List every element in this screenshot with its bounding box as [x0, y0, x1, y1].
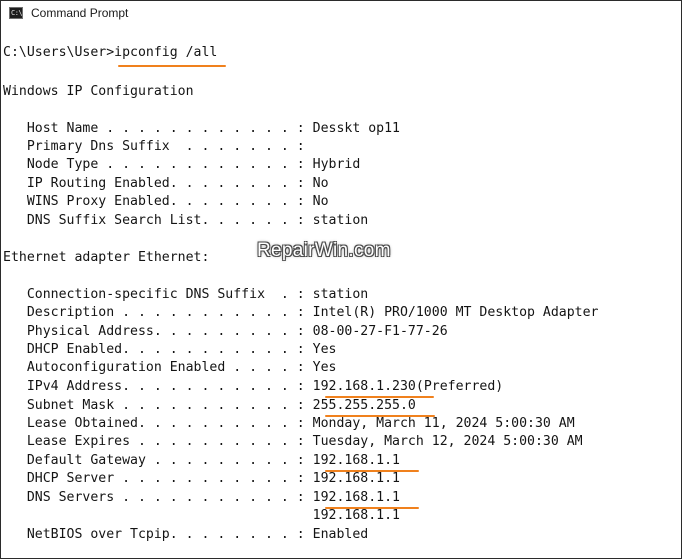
adapter-label: DNS Servers . . . . . . . . . . . : [3, 490, 313, 505]
adapter-label: Description . . . . . . . . . . . : [3, 305, 313, 320]
prompt-path: C:\Users\User> [3, 45, 115, 60]
adapter-row: Description . . . . . . . . . . . : Inte… [3, 304, 599, 322]
adapter-label: Physical Address. . . . . . . . . : [3, 324, 313, 339]
adapter-row: Autoconfiguration Enabled . . . . : Yes [3, 359, 337, 377]
config-row: WINS Proxy Enabled. . . . . . . . : No [3, 193, 329, 211]
command-prompt-window: C:\ Command Prompt C:\Users\User>ipconfi… [0, 0, 682, 559]
adapter-value: 255.255.255.0 [312, 398, 416, 413]
cmd-icon-glyph: C:\ [11, 9, 23, 17]
window-title: Command Prompt [31, 6, 129, 20]
config-row: Primary Dns Suffix . . . . . . . : [3, 138, 313, 156]
adapter-label: Lease Obtained. . . . . . . . . . : [3, 416, 313, 431]
adapter-row: Lease Obtained. . . . . . . . . . : Mond… [3, 415, 575, 433]
adapter-row: 192.168.1.1 [3, 507, 400, 525]
title-bar[interactable]: C:\ Command Prompt [1, 1, 681, 27]
config-value: station [312, 213, 369, 228]
adapter-value: Yes [312, 360, 337, 375]
adapter-label: Lease Expires . . . . . . . . . . : [3, 434, 313, 449]
adapter-value: 08-00-27-F1-77-26 [312, 324, 448, 339]
adapter-row: Lease Expires . . . . . . . . . . : Tues… [3, 433, 583, 451]
adapter-heading: Ethernet adapter Ethernet: [3, 250, 210, 265]
adapter-row: Connection-specific DNS Suffix . : stati… [3, 286, 368, 304]
adapter-row: NetBIOS over Tcpip. . . . . . . . : Enab… [3, 526, 368, 544]
site-watermark: RepairWin.com [257, 240, 391, 261]
adapter-row: Default Gateway . . . . . . . . . : 192.… [3, 452, 400, 470]
adapter-row: Subnet Mask . . . . . . . . . . . : 255.… [3, 397, 416, 415]
adapter-value: Intel(R) PRO/1000 MT Desktop Adapter [312, 305, 599, 320]
adapter-label: DHCP Enabled. . . . . . . . . . . : [3, 342, 313, 357]
adapter-row: DHCP Enabled. . . . . . . . . . . : Yes [3, 341, 337, 359]
config-value: Hybrid [312, 157, 361, 172]
adapter-label: Autoconfiguration Enabled . . . . : [3, 360, 313, 375]
adapter-suffix: (Preferred) [415, 379, 504, 394]
config-value: Desskt op11 [312, 121, 400, 136]
adapter-value: 192.168.1.1 [312, 471, 400, 486]
adapter-label: Default Gateway . . . . . . . . . : [3, 453, 313, 468]
adapter-value: Yes [312, 342, 337, 357]
config-label: WINS Proxy Enabled. . . . . . . . : [3, 194, 313, 209]
config-row: Host Name . . . . . . . . . . . . : Dess… [3, 120, 400, 138]
adapter-label: Connection-specific DNS Suffix . : [3, 287, 313, 302]
config-label: Primary Dns Suffix . . . . . . . : [3, 139, 313, 154]
config-row: IP Routing Enabled. . . . . . . . : No [3, 175, 329, 193]
adapter-row: DHCP Server . . . . . . . . . . . : 192.… [3, 470, 400, 488]
prompt-line: C:\Users\User>ipconfig /all [3, 44, 217, 62]
adapter-label: DHCP Server . . . . . . . . . . . : [3, 471, 313, 486]
adapter-value: station [312, 287, 369, 302]
adapter-value: 192.168.1.1 [312, 453, 400, 468]
console-output[interactable]: C:\Users\User>ipconfig /all Windows IP C… [1, 27, 681, 558]
config-value: No [312, 176, 329, 191]
adapter-value: Tuesday, March 12, 2024 5:00:30 AM [312, 434, 583, 449]
adapter-row: IPv4 Address. . . . . . . . . . . : 192.… [3, 378, 503, 396]
config-heading: Windows IP Configuration [3, 84, 194, 99]
config-label: Host Name . . . . . . . . . . . . : [3, 121, 313, 136]
adapter-value: Monday, March 11, 2024 5:00:30 AM [312, 416, 575, 431]
adapter-row: DNS Servers . . . . . . . . . . . : 192.… [3, 489, 400, 507]
cmd-icon: C:\ [9, 7, 23, 19]
command-underline [118, 65, 226, 67]
config-row: DNS Suffix Search List. . . . . . : stat… [3, 212, 368, 230]
adapter-value: 192.168.1.1 [312, 508, 400, 523]
config-label: IP Routing Enabled. . . . . . . . : [3, 176, 313, 191]
adapter-value: 192.168.1.1 [312, 490, 400, 505]
config-value: No [312, 194, 329, 209]
adapter-label: IPv4 Address. . . . . . . . . . . : [3, 379, 313, 394]
adapter-value: Enabled [312, 527, 369, 542]
config-row: Node Type . . . . . . . . . . . . : Hybr… [3, 156, 360, 174]
adapter-label: NetBIOS over Tcpip. . . . . . . . : [3, 527, 313, 542]
adapter-value: 192.168.1.230 [312, 379, 416, 394]
adapter-label [3, 508, 313, 523]
config-label: Node Type . . . . . . . . . . . . : [3, 157, 313, 172]
command-text: ipconfig /all [114, 45, 218, 60]
adapter-label: Subnet Mask . . . . . . . . . . . : [3, 398, 313, 413]
adapter-row: Physical Address. . . . . . . . . : 08-0… [3, 323, 448, 341]
config-label: DNS Suffix Search List. . . . . . : [3, 213, 313, 228]
